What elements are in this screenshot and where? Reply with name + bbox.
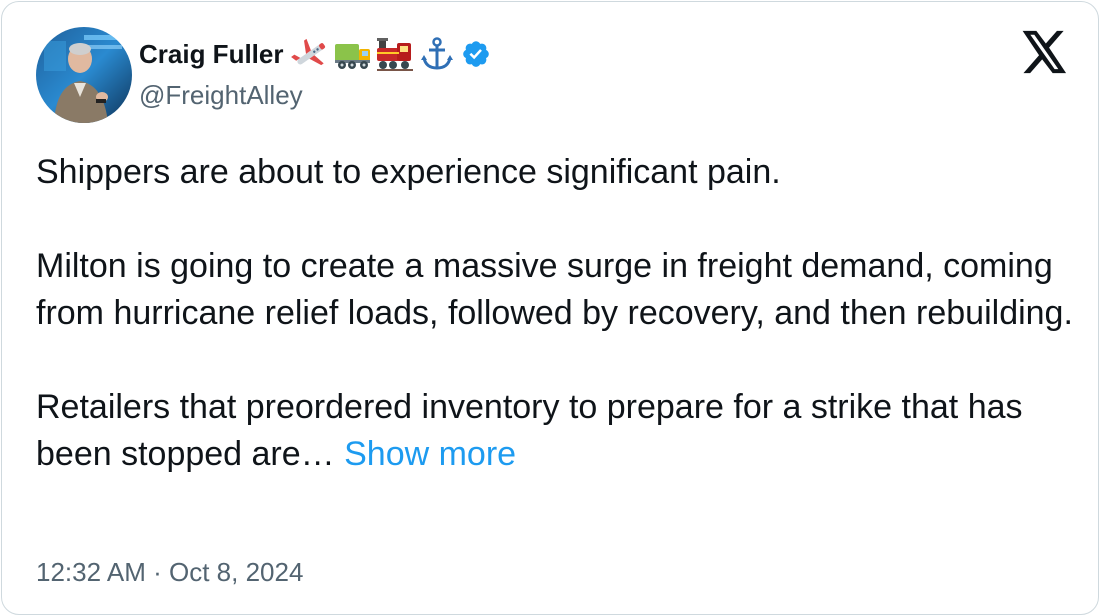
locomotive-emoji <box>377 38 414 71</box>
author-handle[interactable]: @FreightAlley <box>139 80 303 111</box>
show-more-link[interactable]: Show more <box>344 435 516 473</box>
tweet-card: Craig Fuller @FreightAlley Shippers are … <box>1 1 1099 615</box>
author-display-name[interactable]: Craig Fuller <box>139 39 283 70</box>
tweet-paragraph-truncated: Retailers that preordered inventory to p… <box>36 384 1076 478</box>
tweet-date: Oct 8, 2024 <box>169 557 304 587</box>
avatar-photo <box>36 27 132 123</box>
x-logo-icon[interactable] <box>1022 30 1068 74</box>
truck-emoji <box>335 44 371 69</box>
name-emojis <box>291 36 457 72</box>
tweet-paragraph-text: Retailers that preordered inventory to p… <box>36 388 1023 473</box>
author-name-row: Craig Fuller <box>139 34 491 74</box>
tweet-paragraph: Milton is going to create a massive surg… <box>36 247 1073 332</box>
tweet-body: Shippers are about to experience signifi… <box>36 149 1076 478</box>
author-avatar[interactable] <box>36 27 132 123</box>
tweet-paragraph: Shippers are about to experience signifi… <box>36 153 781 191</box>
timestamp-separator: · <box>153 557 162 587</box>
airplane-emoji <box>291 38 326 66</box>
verified-badge-icon <box>463 41 490 67</box>
tweet-time: 12:32 AM <box>36 557 146 587</box>
tweet-timestamp[interactable]: 12:32 AM · Oct 8, 2024 <box>36 557 303 588</box>
anchor-emoji <box>421 37 454 70</box>
